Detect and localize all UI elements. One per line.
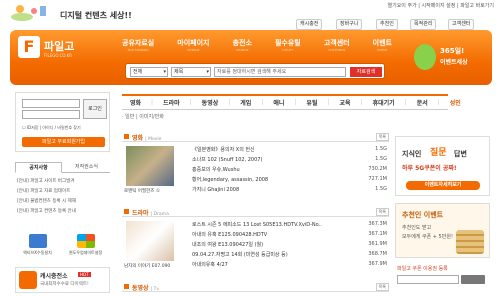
- join-button[interactable]: 파일고 무료회원가입: [22, 137, 105, 147]
- category-tabs: 영화 | 드라마 | 동영상 | 게임 | 애니 | 유틸 | 교육 | 휴대기기 | 문서 | …: [122, 94, 461, 110]
- list-item[interactable]: 황어,legendary, assassin, 2008 727.1M: [192, 176, 389, 185]
- sub-tabs[interactable]: · 일반 | 이미지/만화: [122, 113, 164, 120]
- search-bar: 전체 제목 자료를 정대하시면 검색해 주세요 자료검색: [125, 63, 385, 79]
- list-item[interactable]: 내조의 여왕 E13.090427일 (월) 361.9M: [192, 241, 389, 250]
- header-illustration: [10, 2, 50, 22]
- nav-utility[interactable]: 필수유틸 UTILITY: [275, 38, 301, 52]
- event-detail-button[interactable]: 이벤트자세히보기: [406, 181, 480, 190]
- windows-icon: [76, 234, 95, 248]
- tab-movie[interactable]: 영화: [130, 98, 141, 107]
- logo-mark: F: [18, 36, 40, 58]
- list-item[interactable]: 소나프 102 (Snuff 102, 2007) 1.5G: [192, 156, 389, 165]
- login-box: 로그인 ☐ ID저장 | 아이디 / 비밀번호 찾기 파일고 무료회원가입: [15, 92, 110, 152]
- video-section: 동영상 | Tv 목록: [122, 282, 389, 294]
- cash-banner[interactable]: 캐시충전소 HOT 국내최저수수료 다이렉트!: [15, 267, 110, 293]
- cash-banner-sub: 국내최저수수료 다이렉트!: [40, 282, 89, 287]
- tab-doc[interactable]: 문서: [417, 98, 428, 107]
- coupon-register[interactable]: 파일고 쿠폰 이용권 등록: [395, 263, 490, 291]
- left-tabs: 공지사항 저작권소식: [15, 162, 110, 173]
- site-logo[interactable]: F 파일고 FILEGO.CO.KR: [18, 36, 92, 64]
- top-links[interactable]: 열기요이 주가 | 시작페이지 설정 | 파일고 바로가기: [388, 2, 495, 9]
- shortcut-icons: 엑티브X수동설치 윈도우업데이트설정: [15, 232, 110, 262]
- event-365-title: 365일!: [440, 47, 465, 55]
- drama-caption[interactable]: 남자의 이야기 E07.090: [124, 263, 170, 269]
- list-item[interactable]: 로스트 시즌 5 에피소드 13 Lost S05E13.HDTV.XviD-N…: [192, 221, 389, 230]
- activex-install[interactable]: 엑티브X수동설치: [15, 232, 60, 256]
- nav-share[interactable]: 공유자료실 FILE SHARING: [122, 38, 154, 52]
- password-input[interactable]: [22, 110, 80, 119]
- nav-event[interactable]: 이벤트 EVENT: [373, 38, 392, 52]
- list-item[interactable]: 아내의 유혹 E125.090428.HDTV 367.1M: [192, 231, 389, 240]
- tagline: 디지털 컨텐츠 세상!!: [60, 11, 132, 20]
- coupon-label: 파일고 쿠폰 이용권 등록: [397, 266, 448, 272]
- video-icon: [124, 284, 129, 289]
- event-365-sub: 이벤트세상: [440, 59, 468, 66]
- tab-edu[interactable]: 교육: [340, 98, 351, 107]
- coin-stack-icon: [456, 230, 484, 254]
- nav-support[interactable]: 고객센터 CUSTOMER: [324, 38, 350, 52]
- tab-copyright[interactable]: 저작권소식: [63, 162, 110, 173]
- list-item[interactable]: 가지니 Ghajini 2008 1.5G: [192, 186, 389, 195]
- nav-mypage[interactable]: 마이페이지 MYPAGE: [177, 38, 209, 52]
- main-nav: 공유자료실 FILE SHARING 마이페이지 MYPAGE 충전소 CHARGE …: [122, 38, 392, 52]
- notice-item[interactable]: [안내] 파일고 사이트 버그발겨: [17, 178, 74, 184]
- movie-thumbnail[interactable]: [126, 146, 174, 186]
- nav-charge[interactable]: 충전소 CHARGE: [233, 38, 252, 52]
- tab-video[interactable]: 동영상: [202, 98, 219, 107]
- logo-domain: FILEGO.CO.KR: [44, 53, 73, 58]
- mascot-icon: [414, 44, 436, 70]
- movie-caption[interactable]: 로맨틱 어필한즈 ①: [124, 188, 160, 194]
- drama-section: 드라마 | Drama 목록 남자의 이야기 E07.090 로스트 시즌 5 …: [122, 207, 389, 279]
- login-button[interactable]: 로그인: [83, 99, 107, 119]
- list-item[interactable]: 흥중보의 우슈,Wushu 730.2M: [192, 166, 389, 175]
- logo-name: 파일고: [44, 40, 75, 53]
- movie-header: 영화 | Movie 목록: [122, 132, 389, 142]
- activex-icon: [28, 234, 47, 248]
- list-item[interactable]: 《일본영화》용의자 X의 헌신 1.5G: [192, 146, 389, 155]
- tab-game[interactable]: 게임: [240, 98, 251, 107]
- recommend-event-banner[interactable]: 추천인 이벤트 추천인도 받고 모두에게 쿠폰 + 5만원!: [395, 203, 490, 258]
- qna-event-banner[interactable]: 지식인 질문 답변 하루 5G쿠폰이 공짜! 이벤트자세히보기: [395, 136, 490, 196]
- drama-thumbnail[interactable]: [126, 221, 174, 261]
- manage-link[interactable]: 목적관리: [410, 19, 437, 30]
- support-link[interactable]: 고객센터: [448, 19, 475, 30]
- cart-link[interactable]: 장바구니: [336, 19, 363, 30]
- drama-icon: [124, 209, 129, 214]
- video-header: 동영상 | Tv 목록: [122, 282, 389, 292]
- notice-item[interactable]: [안내] 파일고 자료 업데이트: [17, 188, 70, 194]
- movie-more-button[interactable]: 목록: [375, 133, 389, 141]
- coupon-input[interactable]: [397, 275, 459, 284]
- drama-more-button[interactable]: 목록: [375, 208, 389, 216]
- drama-header: 드라마 | Drama 목록: [122, 207, 389, 217]
- movie-section: 영화 | Movie 목록 로맨틱 어필한즈 ① 《일본영화》용의자 X의 헌신…: [122, 132, 389, 204]
- search-input[interactable]: 자료를 정대하시면 검색해 주세요: [214, 67, 346, 77]
- list-item[interactable]: 아내의유혹 4/27 367.9M: [192, 261, 389, 270]
- list-item[interactable]: 09.04.27.자명고 14회 (미연성 등급미상 등) 368.7M: [192, 251, 389, 260]
- cash-banner-title: 캐시충전소: [40, 273, 68, 280]
- tab-anime[interactable]: 애니: [273, 98, 284, 107]
- field-select[interactable]: 제목: [171, 67, 211, 77]
- coupon-submit-button[interactable]: [461, 275, 485, 284]
- category-select[interactable]: 전체: [130, 67, 168, 77]
- event-365-banner[interactable]: 365일! 이벤트세상: [410, 38, 488, 78]
- tab-mobile[interactable]: 휴대기기: [373, 98, 395, 107]
- id-input[interactable]: [22, 99, 80, 108]
- tab-adult[interactable]: 성인: [450, 98, 461, 107]
- hot-badge: HOT: [78, 272, 91, 277]
- login-options[interactable]: ☐ ID저장 | 아이디 / 비밀번호 찾기: [22, 125, 81, 131]
- video-more-button[interactable]: 목록: [375, 283, 389, 291]
- recommend-link[interactable]: 추천인: [376, 19, 398, 30]
- notice-item[interactable]: [안내] 파일고 컨텐츠 등록 안내: [17, 208, 76, 214]
- notice-item[interactable]: [안내] 불법컨텐츠 등록 시 제재: [17, 198, 76, 204]
- cash-charge-link[interactable]: 캐시충전: [296, 19, 323, 30]
- tab-notice[interactable]: 공지사항: [15, 162, 62, 173]
- movie-icon: [124, 134, 129, 139]
- cash-icon: [19, 271, 37, 289]
- tab-util[interactable]: 유틸: [306, 98, 317, 107]
- tab-drama[interactable]: 드라마: [163, 98, 180, 107]
- search-button[interactable]: 자료검색: [350, 67, 382, 77]
- windows-update[interactable]: 윈도우업데이트설정: [63, 232, 108, 256]
